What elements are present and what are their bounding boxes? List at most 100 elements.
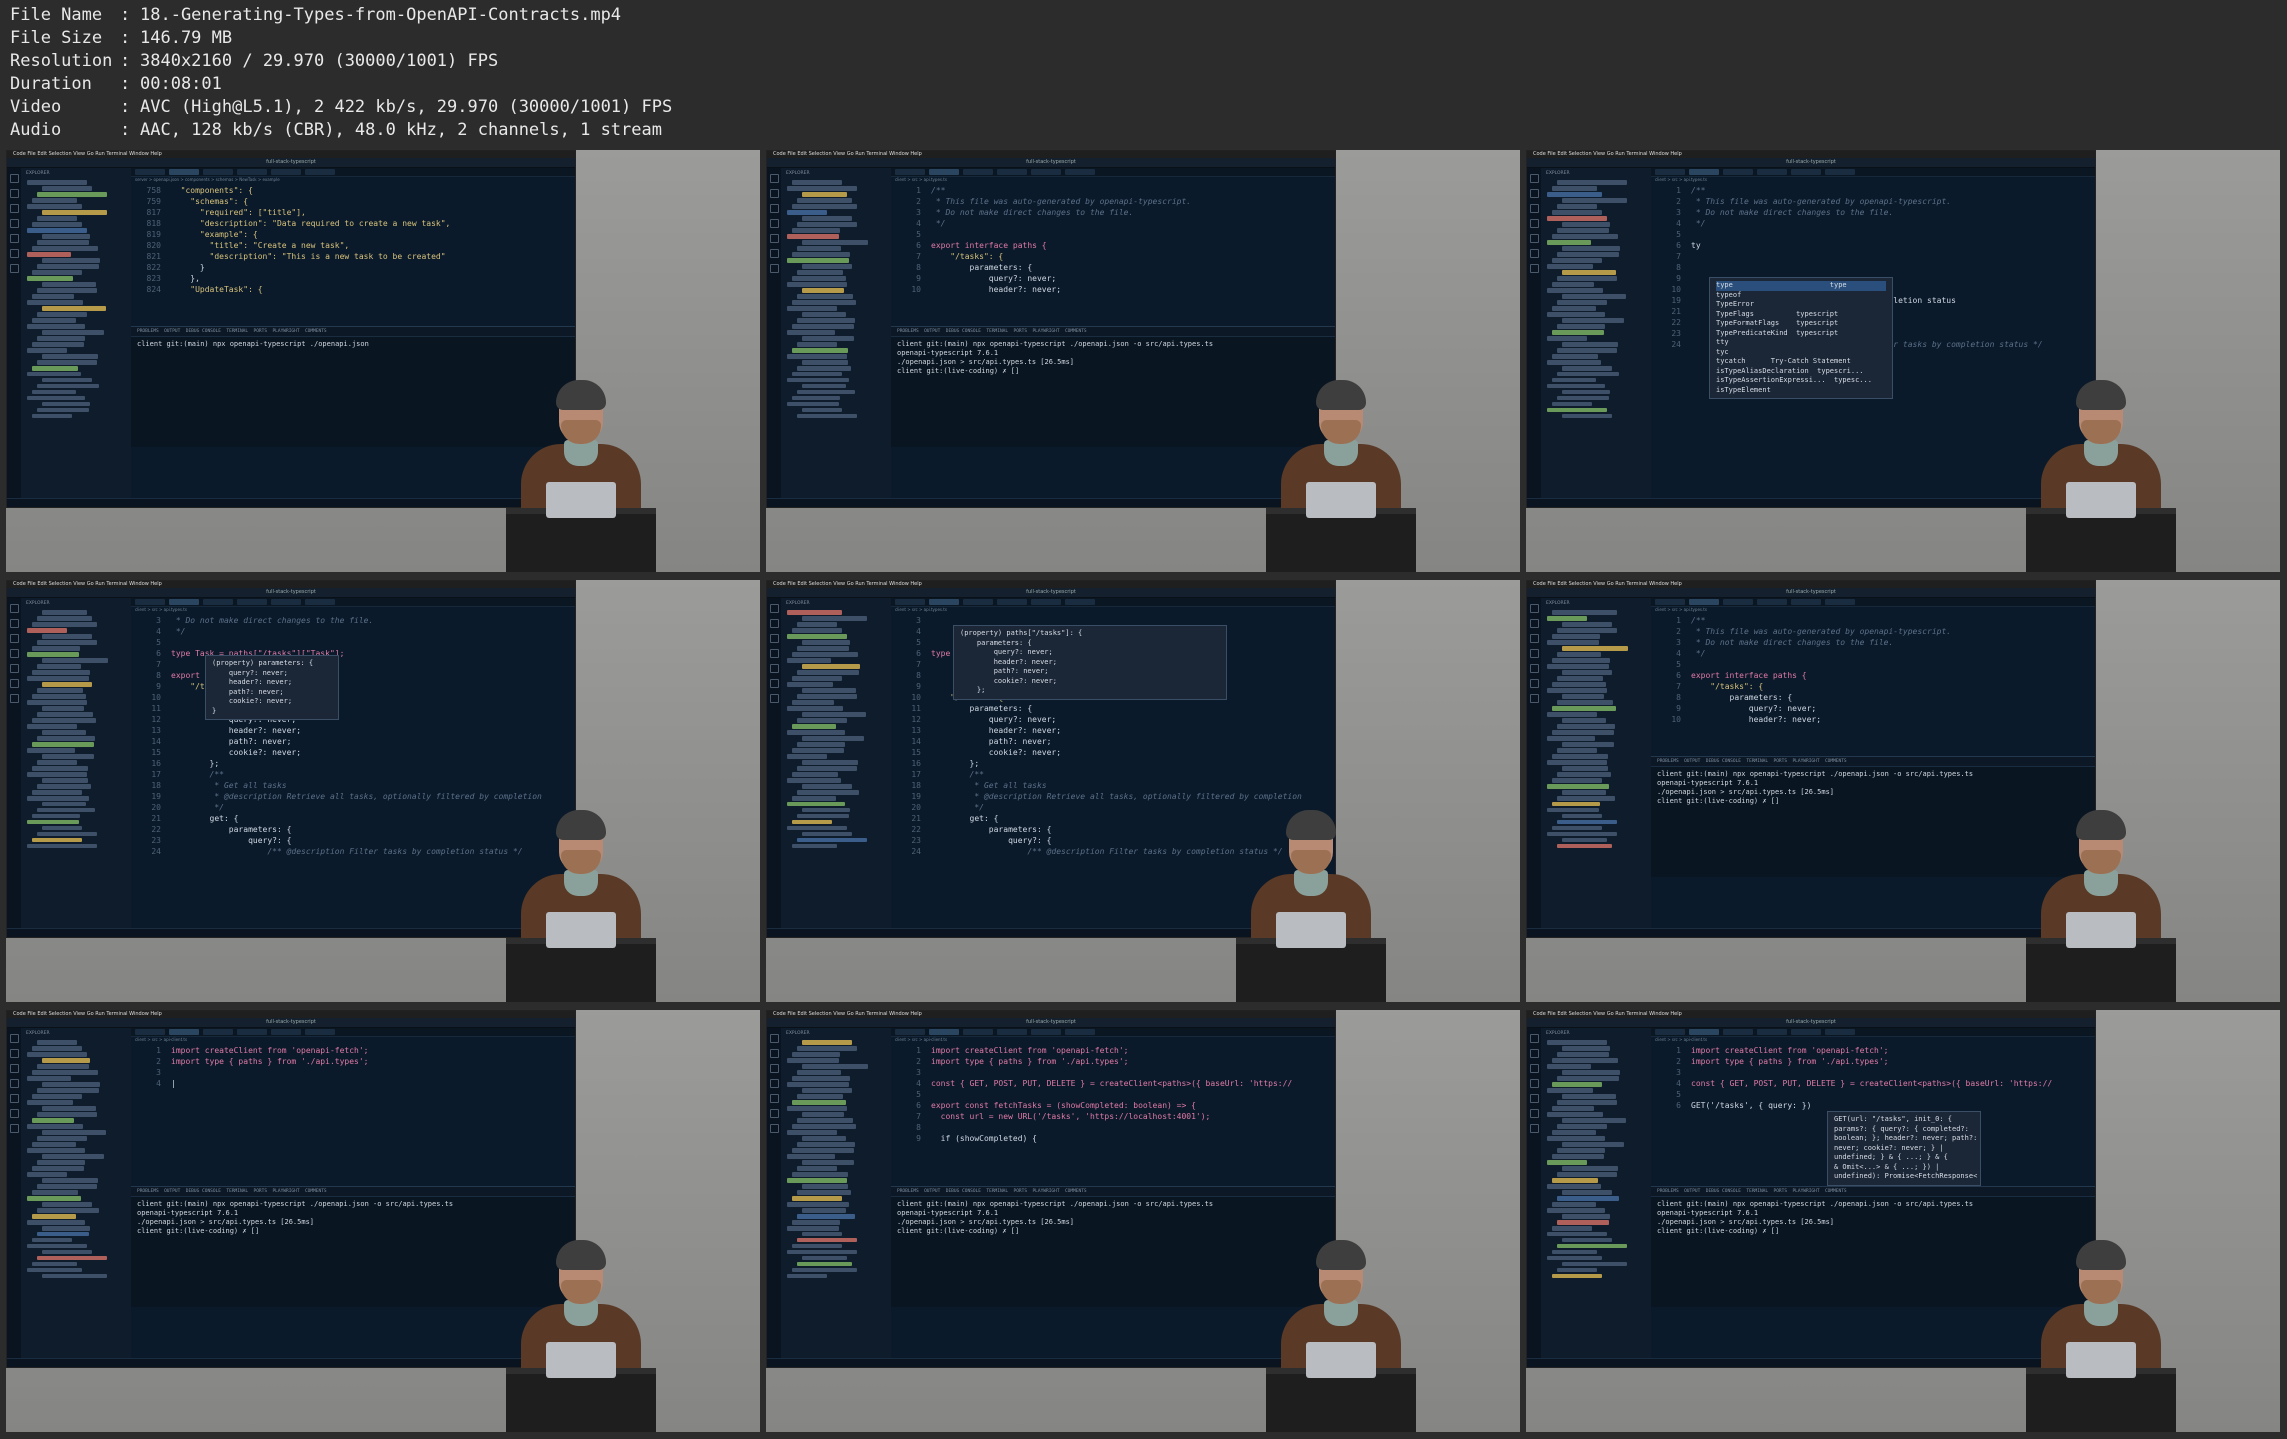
- panel-tabs[interactable]: PROBLEMS OUTPUT DEBUG CONSOLE TERMINAL P…: [131, 1187, 575, 1197]
- file-tree-item[interactable]: [1547, 288, 1603, 293]
- editor-tab[interactable]: [237, 1029, 267, 1035]
- file-tree-item[interactable]: [802, 192, 847, 197]
- file-tree-item[interactable]: [792, 347, 848, 353]
- file-tree-item[interactable]: [27, 180, 87, 185]
- file-tree-item[interactable]: [32, 246, 98, 251]
- file-tree-item[interactable]: [1552, 754, 1608, 759]
- file-tree-item[interactable]: [1562, 198, 1627, 203]
- run-debug-icon[interactable]: [769, 649, 779, 658]
- file-tree-item[interactable]: [32, 670, 90, 675]
- file-tree-item[interactable]: [1552, 1058, 1618, 1063]
- file-tree-item[interactable]: [792, 843, 837, 849]
- popup-line[interactable]: TypeFormatFlags typescript: [1716, 319, 1886, 329]
- file-tree-item[interactable]: [1557, 819, 1617, 825]
- file-tree-item[interactable]: [27, 1124, 83, 1129]
- file-tree-item[interactable]: [32, 742, 94, 747]
- file-tree-item[interactable]: [27, 1100, 73, 1105]
- file-tree-item[interactable]: [802, 1255, 847, 1261]
- accounts-icon[interactable]: [9, 249, 19, 258]
- extensions-icon[interactable]: [1529, 234, 1539, 243]
- file-tree-item[interactable]: [797, 246, 841, 251]
- file-tree-item[interactable]: [797, 389, 855, 395]
- file-tree-item[interactable]: [37, 831, 97, 837]
- file-tree-item[interactable]: [1552, 186, 1597, 191]
- file-tree-item[interactable]: [1557, 748, 1597, 753]
- file-tree-item[interactable]: [797, 789, 859, 795]
- file-tree-item[interactable]: [1562, 1094, 1616, 1099]
- file-tree-item[interactable]: [797, 742, 845, 747]
- file-tree-item[interactable]: [792, 324, 854, 329]
- file-tree-item[interactable]: [792, 228, 840, 233]
- file-tree-item[interactable]: [797, 1094, 843, 1099]
- file-tree-item[interactable]: [27, 724, 77, 729]
- popup-line[interactable]: TypePredicateKind typescript: [1716, 329, 1886, 339]
- file-tree-item[interactable]: [37, 688, 83, 693]
- file-tree-item[interactable]: [1547, 640, 1599, 645]
- editor-tab[interactable]: [237, 169, 267, 175]
- file-tree-item[interactable]: [797, 837, 867, 843]
- file-tree-item[interactable]: [1562, 318, 1624, 323]
- file-tree-item[interactable]: [787, 1201, 849, 1207]
- gear-icon[interactable]: [769, 694, 779, 703]
- file-tree-item[interactable]: [1562, 1261, 1627, 1267]
- file-tree-item[interactable]: [1562, 1213, 1610, 1219]
- file-tree-item[interactable]: [1547, 1088, 1593, 1093]
- file-tree-item[interactable]: [1547, 783, 1609, 789]
- search-icon[interactable]: [1529, 189, 1539, 198]
- file-tree-item[interactable]: [1552, 1154, 1604, 1159]
- gear-icon[interactable]: [1529, 694, 1539, 703]
- editor-tab[interactable]: [1655, 1029, 1685, 1035]
- file-tree-item[interactable]: [32, 1070, 98, 1075]
- popup-line[interactable]: type type: [1716, 281, 1886, 291]
- file-tree-item[interactable]: [792, 371, 842, 377]
- file-tree-item[interactable]: [1557, 843, 1612, 849]
- search-icon[interactable]: [769, 1049, 779, 1058]
- file-tree-item[interactable]: [32, 365, 78, 371]
- file-tree-item[interactable]: [802, 831, 852, 837]
- file-tree-item[interactable]: [787, 1154, 835, 1159]
- file-tree-item[interactable]: [1547, 1160, 1587, 1165]
- file-tree-item[interactable]: [1562, 341, 1618, 347]
- panel-tabs[interactable]: PROBLEMS OUTPUT DEBUG CONSOLE TERMINAL P…: [1651, 757, 2095, 767]
- menu-bar[interactable]: Code File Edit Selection View Go Run Ter…: [1527, 151, 2095, 158]
- file-tree-item[interactable]: [792, 1195, 842, 1201]
- file-tree-item[interactable]: [1552, 1082, 1602, 1087]
- editor-tab[interactable]: [997, 169, 1027, 175]
- file-tree-item[interactable]: [42, 658, 108, 663]
- file-tree-item[interactable]: [27, 1219, 85, 1225]
- panel-tabs[interactable]: PROBLEMS OUTPUT DEBUG CONSOLE TERMINAL P…: [1651, 1187, 2095, 1197]
- file-tree-item[interactable]: [42, 634, 92, 639]
- run-debug-icon[interactable]: [1529, 219, 1539, 228]
- file-tree-item[interactable]: [1552, 353, 1598, 359]
- file-tree-item[interactable]: [37, 783, 91, 789]
- popup-line[interactable]: typeof: [1716, 291, 1886, 301]
- file-tree-item[interactable]: [32, 1046, 82, 1051]
- file-tree-item[interactable]: [32, 1142, 76, 1147]
- popup-line[interactable]: tty: [1716, 338, 1886, 348]
- file-tree-item[interactable]: [787, 330, 835, 335]
- file-tree-item[interactable]: [797, 1261, 852, 1267]
- file-tree-item[interactable]: [42, 258, 100, 263]
- file-tree-item[interactable]: [1552, 401, 1592, 407]
- editor-tab[interactable]: [1065, 1029, 1095, 1035]
- gear-icon[interactable]: [9, 264, 19, 273]
- file-tree-item[interactable]: [797, 365, 851, 371]
- search-icon[interactable]: [9, 1049, 19, 1058]
- file-tree-item[interactable]: [1552, 801, 1600, 807]
- run-debug-icon[interactable]: [769, 219, 779, 228]
- file-tree-item[interactable]: [802, 664, 860, 669]
- menu-bar[interactable]: Code File Edit Selection View Go Run Ter…: [7, 151, 575, 158]
- file-tree-item[interactable]: [1547, 688, 1607, 693]
- file-tree-item[interactable]: [37, 312, 87, 317]
- file-tree-item[interactable]: [1547, 1231, 1607, 1237]
- editor-tab[interactable]: [237, 599, 267, 605]
- file-tree-item[interactable]: [1547, 335, 1587, 341]
- file-tree-item[interactable]: [1557, 324, 1605, 329]
- file-tree-item[interactable]: [37, 407, 89, 413]
- editor-tab[interactable]: [203, 1029, 233, 1035]
- file-tree-item[interactable]: [1557, 276, 1617, 281]
- file-tree-item[interactable]: [1552, 1249, 1597, 1255]
- file-tree-item[interactable]: [1557, 771, 1611, 777]
- file-tree-item[interactable]: [37, 1231, 89, 1237]
- file-tree-item[interactable]: [792, 1243, 842, 1249]
